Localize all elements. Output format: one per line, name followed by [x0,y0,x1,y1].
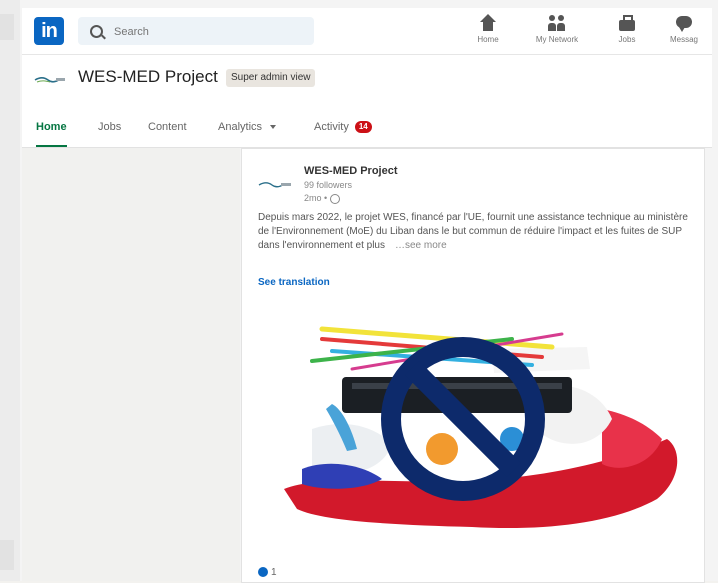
reaction-count: 1 [271,567,277,578]
home-icon [479,14,497,32]
tab-home[interactable]: Home [36,111,67,147]
post-body-text: Depuis mars 2022, le projet WES, financé… [258,212,688,251]
post-followers: 99 followers [304,180,353,190]
search-input[interactable] [112,22,296,42]
post-body: Depuis mars 2022, le projet WES, financé… [258,211,698,253]
like-icon [258,567,268,578]
post-time-text: 2mo • [304,193,328,203]
nav-item-jobs[interactable]: Jobs [597,12,657,52]
activity-count-badge: 14 [354,121,372,134]
tab-label: Content [148,121,187,133]
tab-analytics[interactable]: Analytics [218,111,277,145]
search-icon [90,25,103,38]
left-column [22,148,240,581]
nav-item-my-network[interactable]: My Network [527,12,587,52]
nav-label-jobs: Jobs [618,35,636,44]
top-nav-bar: in Home My Network Jobs Messag [22,8,712,55]
company-page-header: WES-MED Project Super admin view Home Jo… [22,55,712,148]
linkedin-logo[interactable]: in [34,17,64,45]
post-author-name[interactable]: WES-MED Project [304,165,398,177]
tab-label: Analytics [218,121,263,133]
post-author-logo[interactable] [258,177,292,191]
nav-label-home: Home [477,35,499,44]
left-edge-block [0,14,14,40]
jobs-icon [618,14,636,32]
feed-post: WES-MED Project 99 followers 2mo • Depui… [241,148,705,583]
nav-item-home[interactable]: Home [458,12,518,52]
left-edge-panel [0,0,20,581]
tab-jobs[interactable]: Jobs [98,111,121,145]
nav-label-my-network: My Network [535,35,579,44]
post-image-plastic-ban[interactable] [242,299,704,559]
messaging-icon [675,14,693,32]
admin-view-badge[interactable]: Super admin view [226,69,316,87]
post-reactions[interactable]: 1 [258,567,277,578]
nav-item-messaging[interactable]: Messag [656,12,712,52]
nav-label-messaging: Messag [669,35,698,44]
page-tabs: Home Jobs Content Analytics Activity 14 [22,111,712,147]
tab-label: Activity [314,121,349,133]
see-translation-link[interactable]: See translation [258,277,330,288]
tab-label: Home [36,121,67,133]
chevron-down-icon [270,125,277,130]
see-more-link[interactable]: …see more [395,240,447,251]
globe-icon [330,193,341,204]
network-icon [548,14,566,32]
search-box[interactable] [78,17,314,45]
page-title: WES-MED Project [78,67,218,86]
tab-content[interactable]: Content [148,111,187,145]
org-logo[interactable] [34,71,66,87]
post-timestamp: 2mo • [304,193,341,204]
left-edge-block [0,540,14,570]
tab-activity[interactable]: Activity 14 [314,111,372,145]
tab-label: Jobs [98,121,122,133]
